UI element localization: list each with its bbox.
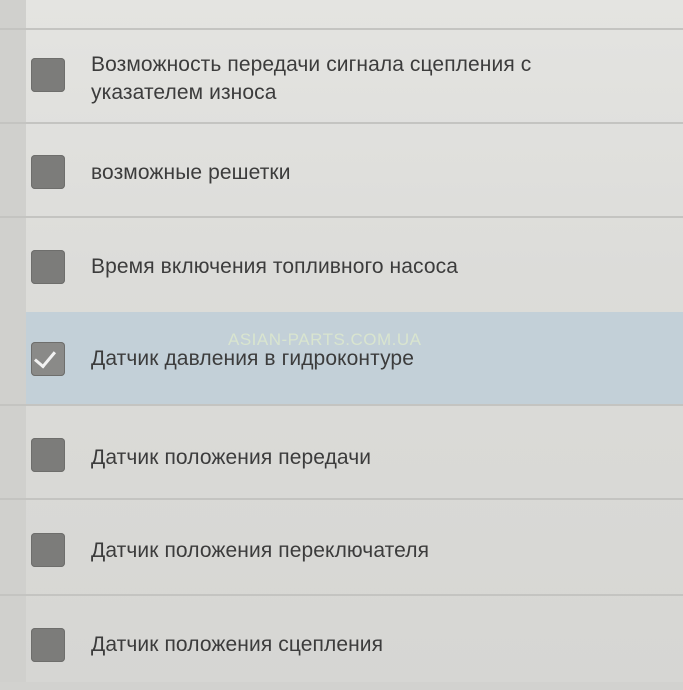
checkbox-checked[interactable] — [31, 342, 65, 376]
item-label: Возможность передачи сигнала сцепления с… — [91, 53, 532, 104]
list-item[interactable]: Датчик положения сцепления — [0, 594, 683, 682]
list-item[interactable]: Возможность передачи сигнала сцепления с… — [0, 30, 683, 122]
checkbox[interactable] — [31, 155, 65, 189]
list-item[interactable]: Время включения топливного насоса — [0, 216, 683, 312]
list-item[interactable]: Датчик положения передачи — [0, 404, 683, 498]
checkbox[interactable] — [31, 533, 65, 567]
item-label: Датчик положения переключателя — [91, 539, 430, 562]
list-item[interactable]: возможные решетки — [0, 122, 683, 216]
checkbox[interactable] — [31, 628, 65, 662]
bottom-edge — [0, 682, 683, 690]
item-label: Время включения топливного насоса — [91, 255, 459, 278]
check-icon — [33, 345, 57, 369]
list-item-selected[interactable]: Датчик давления в гидроконтуре — [26, 312, 683, 404]
list-item[interactable]: Датчик положения переключателя — [0, 498, 683, 594]
item-label: Датчик положения сцепления — [91, 633, 384, 656]
item-label: возможные решетки — [91, 161, 291, 184]
checkbox[interactable] — [31, 58, 65, 92]
list-item[interactable] — [0, 0, 683, 30]
watermark: ASIAN-PARTS.COM.UA — [228, 330, 422, 349]
checkbox[interactable] — [31, 250, 65, 284]
checkbox[interactable] — [31, 438, 65, 472]
item-label: Датчик положения передачи — [91, 446, 372, 469]
screen: Возможность передачи сигнала сцепления с… — [0, 0, 683, 690]
